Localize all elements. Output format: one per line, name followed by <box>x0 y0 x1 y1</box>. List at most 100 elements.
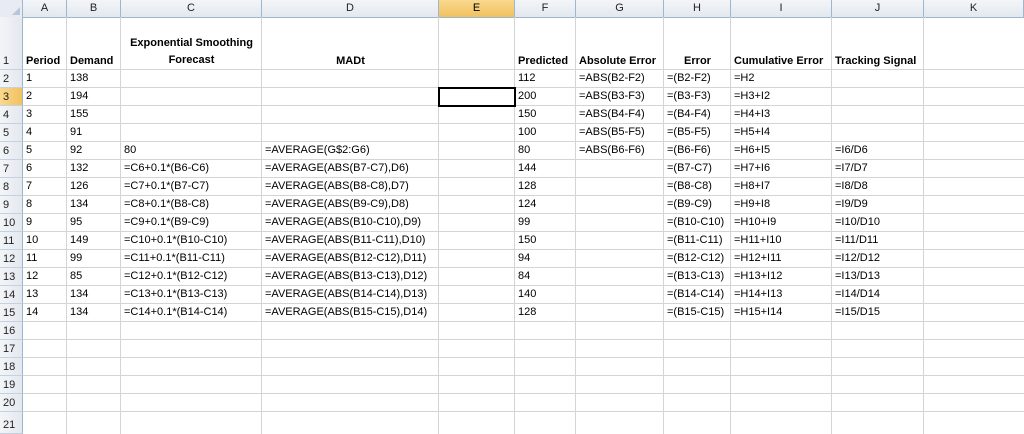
error-cell[interactable]: =(B11-C11) <box>664 232 723 249</box>
demand-cell[interactable]: 132 <box>67 160 88 177</box>
predicted-cell[interactable]: 94 <box>515 250 530 267</box>
tracking-signal-cell[interactable]: =I10/D10 <box>832 214 880 231</box>
predicted-cell[interactable]: 128 <box>515 304 536 321</box>
tracking-signal-cell[interactable]: =I8/D8 <box>832 178 868 195</box>
madt-cell[interactable]: =AVERAGE(ABS(B9-C9),D8) <box>262 196 409 213</box>
period-cell[interactable]: 2 <box>23 88 32 105</box>
tracking-signal-cell[interactable]: =I14/D14 <box>832 286 880 303</box>
demand-cell[interactable]: 134 <box>67 304 88 321</box>
column-header-j[interactable]: J <box>832 0 924 17</box>
absolute-error-cell[interactable] <box>576 214 579 231</box>
predicted-cell[interactable]: 128 <box>515 178 536 195</box>
forecast-cell[interactable]: =C10+0.1*(B10-C10) <box>121 232 227 249</box>
forecast-cell[interactable]: 80 <box>121 142 136 159</box>
demand-cell[interactable]: 134 <box>67 196 88 213</box>
demand-cell[interactable]: 92 <box>67 142 82 159</box>
active-cell-e3[interactable] <box>438 87 516 107</box>
madt-cell[interactable] <box>262 88 265 105</box>
column-header-e[interactable]: E <box>439 0 515 17</box>
period-cell[interactable]: 14 <box>23 304 38 321</box>
cumulative-error-cell[interactable]: =H12+I11 <box>731 250 782 267</box>
column-header-a[interactable]: A <box>23 0 67 17</box>
forecast-cell[interactable] <box>121 88 124 105</box>
cumulative-error-cell[interactable]: =H8+I7 <box>731 178 770 195</box>
error-cell[interactable]: =(B2-F2) <box>664 70 711 87</box>
madt-cell[interactable]: =AVERAGE(ABS(B7-C7),D6) <box>262 160 409 177</box>
period-cell[interactable]: 6 <box>23 160 32 177</box>
cumulative-error-cell[interactable]: =H13+I12 <box>731 268 782 285</box>
header-tracking-signal[interactable]: Tracking Signal <box>832 53 916 70</box>
cumulative-error-cell[interactable]: =H14+I13 <box>731 286 782 303</box>
header-predicted[interactable]: Predicted <box>515 53 568 70</box>
absolute-error-cell[interactable]: =ABS(B4-F4) <box>576 106 645 123</box>
cumulative-error-cell[interactable]: =H6+I5 <box>731 142 770 159</box>
demand-cell[interactable]: 138 <box>67 70 88 87</box>
column-header-k[interactable]: K <box>924 0 1024 17</box>
predicted-cell[interactable]: 150 <box>515 106 536 123</box>
row-header-20[interactable]: 20 <box>0 394 23 412</box>
row-header-14[interactable]: 14 <box>0 286 23 304</box>
absolute-error-cell[interactable]: =ABS(B6-F6) <box>576 142 645 159</box>
column-header-g[interactable]: G <box>576 0 664 17</box>
demand-cell[interactable]: 95 <box>67 214 82 231</box>
column-header-h[interactable]: H <box>664 0 731 17</box>
period-cell[interactable]: 13 <box>23 286 38 303</box>
absolute-error-cell[interactable] <box>576 232 579 249</box>
period-cell[interactable]: 4 <box>23 124 32 141</box>
cumulative-error-cell[interactable]: =H3+I2 <box>731 88 770 105</box>
period-cell[interactable]: 12 <box>23 268 38 285</box>
row-header-4[interactable]: 4 <box>0 106 23 124</box>
tracking-signal-cell[interactable]: =I12/D12 <box>832 250 880 267</box>
row-header-18[interactable]: 18 <box>0 358 23 376</box>
error-cell[interactable]: =(B9-C9) <box>664 196 712 213</box>
madt-cell[interactable] <box>262 70 265 87</box>
cumulative-error-cell[interactable]: =H5+I4 <box>731 124 770 141</box>
tracking-signal-cell[interactable]: =I13/D13 <box>832 268 880 285</box>
header-madt[interactable]: MADt <box>262 53 439 70</box>
header-absolute-error[interactable]: Absolute Error <box>576 53 656 70</box>
tracking-signal-cell[interactable] <box>832 88 835 105</box>
header-demand[interactable]: Demand <box>67 53 113 70</box>
header-error[interactable]: Error <box>664 53 731 70</box>
madt-cell[interactable]: =AVERAGE(ABS(B12-C12),D11) <box>262 250 426 267</box>
tracking-signal-cell[interactable] <box>832 106 835 123</box>
tracking-signal-cell[interactable] <box>832 124 835 141</box>
column-header-b[interactable]: B <box>67 0 121 17</box>
tracking-signal-cell[interactable]: =I15/D15 <box>832 304 880 321</box>
demand-cell[interactable]: 85 <box>67 268 82 285</box>
header-es-line2[interactable]: Forecast <box>121 52 262 69</box>
predicted-cell[interactable]: 200 <box>515 88 536 105</box>
forecast-cell[interactable] <box>121 124 124 141</box>
madt-cell[interactable]: =AVERAGE(ABS(B8-C8),D7) <box>262 178 409 195</box>
predicted-cell[interactable]: 100 <box>515 124 536 141</box>
absolute-error-cell[interactable] <box>576 196 579 213</box>
error-cell[interactable]: =(B12-C12) <box>664 250 724 267</box>
madt-cell[interactable]: =AVERAGE(ABS(B15-C15),D14) <box>262 304 427 321</box>
cumulative-error-cell[interactable]: =H9+I8 <box>731 196 770 213</box>
madt-cell[interactable]: =AVERAGE(ABS(B11-C11),D10) <box>262 232 425 249</box>
absolute-error-cell[interactable] <box>576 160 579 177</box>
demand-cell[interactable]: 155 <box>67 106 88 123</box>
absolute-error-cell[interactable] <box>576 250 579 267</box>
forecast-cell[interactable]: =C6+0.1*(B6-C6) <box>121 160 209 177</box>
header-es-line1[interactable]: Exponential Smoothing <box>121 35 262 52</box>
madt-cell[interactable]: =AVERAGE(ABS(B14-C14),D13) <box>262 286 427 303</box>
row-header-11[interactable]: 11 <box>0 232 23 250</box>
error-cell[interactable]: =(B13-C13) <box>664 268 724 285</box>
error-cell[interactable]: =(B7-C7) <box>664 160 712 177</box>
tracking-signal-cell[interactable]: =I9/D9 <box>832 196 868 213</box>
demand-cell[interactable]: 126 <box>67 178 88 195</box>
error-cell[interactable]: =(B15-C15) <box>664 304 724 321</box>
absolute-error-cell[interactable]: =ABS(B3-F3) <box>576 88 645 105</box>
column-header-c[interactable]: C <box>121 0 262 17</box>
row-header-9[interactable]: 9 <box>0 196 23 214</box>
row-header-7[interactable]: 7 <box>0 160 23 178</box>
predicted-cell[interactable]: 99 <box>515 214 530 231</box>
column-header-f[interactable]: F <box>515 0 576 17</box>
predicted-cell[interactable]: 124 <box>515 196 536 213</box>
row-header-21[interactable]: 21 <box>0 412 23 434</box>
tracking-signal-cell[interactable]: =I6/D6 <box>832 142 868 159</box>
madt-cell[interactable]: =AVERAGE(G$2:G6) <box>262 142 370 159</box>
row-header-5[interactable]: 5 <box>0 124 23 142</box>
predicted-cell[interactable]: 80 <box>515 142 530 159</box>
